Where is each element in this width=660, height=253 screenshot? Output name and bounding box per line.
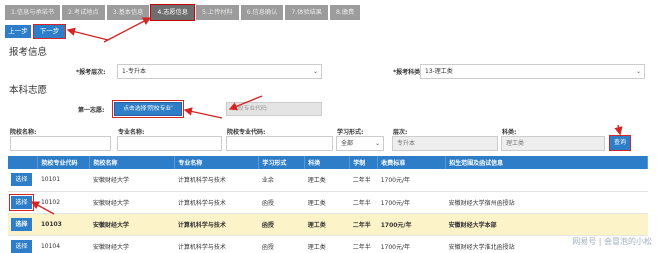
col-header-school: 院校名称 (89, 156, 176, 169)
col-header-select (8, 156, 39, 169)
col-header-scope: 招生范围及函试信息 (445, 156, 648, 169)
col-header-code: 院校专业代码 (37, 156, 91, 169)
cell-school: 安徽财经大学 (89, 169, 175, 192)
select-row-button[interactable]: 选择 (11, 239, 32, 253)
arrow-to-query-button (614, 124, 623, 136)
school-name-label: 院校名称: (10, 129, 37, 136)
cell-years: 二年半 (349, 191, 378, 214)
arrow-to-next-button (66, 27, 109, 41)
chevron-down-icon: ⌄ (312, 68, 318, 75)
cell-code: 10102 (37, 191, 90, 214)
subject-filter-field: 理工类 (501, 136, 605, 151)
col-header-subject: 科类 (304, 156, 351, 169)
cell-subject: 理工类 (304, 213, 350, 236)
select-row-button[interactable]: 选择 (11, 217, 32, 231)
study-mode-label: 学习形式: (337, 129, 364, 136)
code-label: 院校专业代码: (227, 129, 266, 136)
next-step-button[interactable]: 下一步 (33, 24, 66, 39)
level-filter-label: 层次: (393, 129, 408, 136)
choose-school-major-button[interactable]: 点击选择'院校专业' (112, 100, 184, 118)
table-row-highlighted: 选择 10103 安徽财经大学 计算机科学与技术 函授 理工类 二年半 1700… (8, 213, 648, 236)
cell-school: 安徽财经大学 (89, 191, 175, 214)
cell-fee: 1700元/年 (377, 191, 446, 214)
cell-subject: 理工类 (304, 169, 350, 192)
cell-school: 安徽财经大学 (89, 235, 175, 253)
cell-subject: 理工类 (304, 235, 350, 253)
cell-years: 二年半 (349, 169, 378, 192)
cell-scope (445, 169, 648, 192)
arrow-to-choose-button (183, 107, 223, 119)
study-mode-select[interactable]: 全部 ⌄ (336, 136, 384, 151)
first-choice-label: 第一志愿: (78, 107, 105, 114)
subject-select[interactable]: 13-理工类 ⌄ (420, 64, 645, 79)
school-name-input[interactable] (10, 136, 111, 151)
step-5[interactable]: 5.上传材料 (196, 5, 239, 20)
apply-info-heading: 报考信息 (9, 47, 48, 58)
cell-subject: 理工类 (304, 191, 350, 214)
query-button[interactable]: 查询 (609, 135, 631, 151)
col-header-years: 学制 (349, 156, 379, 169)
major-name-input[interactable] (117, 136, 222, 151)
subject-label: *报考科类: (393, 69, 423, 76)
step-4-active[interactable]: 4.志愿信息 (150, 4, 195, 21)
cell-code: 10104 (37, 235, 90, 253)
step-3[interactable]: 3.基本信息 (106, 5, 150, 20)
results-table: 院校专业代码 院校名称 专业名称 学习形式 科类 学制 收费标准 招生范围及函试… (8, 156, 648, 253)
cell-years: 二年半 (349, 213, 378, 236)
watermark: 网易号 | 会冒泡的小松 (572, 237, 652, 246)
cell-fee: 1700元/年 (377, 169, 446, 192)
cell-major: 计算机科学与技术 (174, 169, 259, 192)
code-input[interactable] (226, 136, 333, 151)
major-name-label: 专业名称: (118, 129, 145, 136)
major-code-field[interactable]: 院校专业代码 (226, 102, 322, 116)
table-row: 选择 10104 安徽财经大学 计算机科学与技术 函授 理工类 二年半 1700… (8, 235, 648, 253)
cell-code: 10101 (37, 169, 90, 192)
col-header-mode: 学习形式 (258, 156, 306, 169)
cell-years: 二年半 (349, 235, 378, 253)
col-header-major: 专业名称 (174, 156, 260, 169)
undergrad-choice-heading: 本科志愿 (9, 85, 48, 96)
level-select-value: 1-专升本 (122, 68, 146, 75)
cell-fee: 1700元/年 (377, 213, 446, 236)
cell-scope: 安徽财经大学本部 (445, 213, 648, 236)
step-1[interactable]: 1.信息与承诺书 (5, 5, 61, 20)
chevron-down-icon: ⌄ (374, 140, 380, 147)
step-8[interactable]: 8.缴费 (329, 5, 361, 20)
subject-filter-label: 科类: (502, 129, 517, 136)
cell-mode: 函授 (258, 235, 305, 253)
cell-major: 计算机科学与技术 (174, 191, 259, 214)
step-2[interactable]: 2.考试地点 (62, 5, 105, 20)
arrow-to-step-4 (103, 17, 152, 43)
level-select[interactable]: 1-专升本 ⌄ (117, 64, 322, 79)
cell-code: 10103 (37, 213, 90, 236)
study-mode-value: 全部 (341, 140, 354, 147)
cell-school: 安徽财经大学 (89, 213, 175, 236)
table-row: 选择 10102 安徽财经大学 计算机科学与技术 函授 理工类 二年半 1700… (8, 191, 648, 214)
cell-mode: 函授 (258, 191, 305, 214)
table-row: 选择 10101 安徽财经大学 计算机科学与技术 业余 理工类 二年半 1700… (8, 169, 648, 192)
subject-select-value: 13-理工类 (425, 68, 453, 75)
step-7[interactable]: 7.体验结果 (285, 5, 328, 20)
cell-mode: 业余 (258, 169, 305, 192)
prev-step-button[interactable]: 上一步 (5, 25, 31, 38)
chevron-down-icon: ⌄ (635, 68, 641, 75)
cell-fee: 1700元/年 (377, 235, 446, 253)
cell-major: 计算机科学与技术 (174, 213, 259, 236)
steps-bar: 1.信息与承诺书 2.考试地点 3.基本信息 4.志愿信息 5.上传材料 6.信… (5, 4, 361, 21)
cell-scope: 安徽财经大学宿州函授站 (445, 191, 648, 214)
table-header-row: 院校专业代码 院校名称 专业名称 学习形式 科类 学制 收费标准 招生范围及函试… (8, 156, 648, 169)
step-6[interactable]: 6.信息确认 (240, 5, 284, 20)
select-row-button[interactable]: 选择 (9, 193, 34, 211)
col-header-fee: 收费标准 (377, 156, 447, 169)
cell-major: 计算机科学与技术 (174, 235, 259, 253)
level-filter-field: 专升本 (392, 136, 498, 151)
level-label: *报考层次: (76, 69, 106, 76)
select-row-button[interactable]: 选择 (11, 173, 32, 187)
cell-mode: 函授 (258, 213, 305, 236)
